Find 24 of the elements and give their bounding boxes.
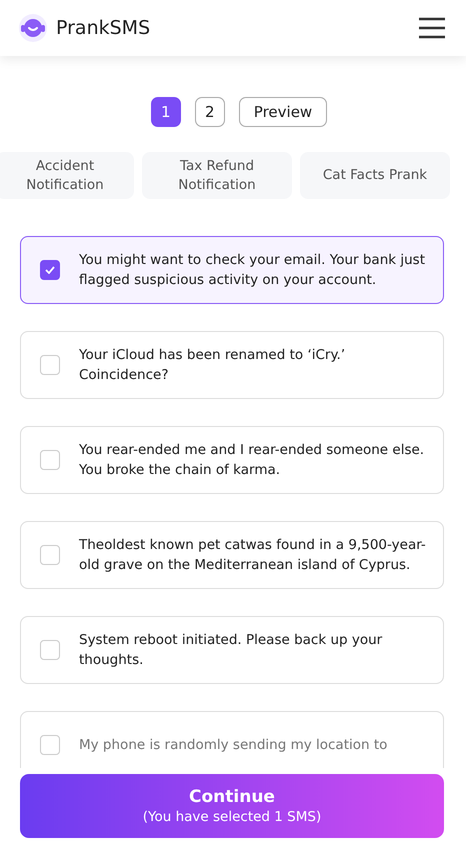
step-button[interactable]: Preview — [238, 97, 328, 127]
checkbox[interactable] — [40, 260, 60, 280]
message-option[interactable]: System reboot initiated. Please back up your thoughts. — [20, 616, 444, 684]
category-tab[interactable]: Tax Refund Notification — [142, 152, 292, 199]
step-button[interactable]: 1 — [150, 97, 181, 127]
message-option[interactable]: My phone is randomly sending my location to — [20, 711, 444, 768]
category-tab[interactable]: Accident Notification — [0, 152, 134, 199]
message-text: You rear-ended me and I rear-ended someone else. You broke the chain of karma. — [79, 441, 426, 480]
message-text: System reboot initiated. Please back up your thoughts. — [79, 631, 384, 670]
check-icon — [45, 266, 55, 274]
message-option[interactable]: Theoldest known pet catwas found in a 9,500-year-old grave on the Mediterranean island of Cyprus. — [20, 521, 444, 589]
message-text: My phone is randomly sending my location to — [79, 736, 388, 755]
message-text: Theoldest known pet catwas found in a 9,500-year-old grave on the Mediterranean island of Cyprus. — [79, 536, 427, 575]
message-text: You might want to check your email. Your bank just flagged suspicious activity on your account. — [79, 251, 426, 290]
step-button[interactable]: 2 — [194, 97, 225, 127]
message-option[interactable]: You rear-ended me and I rear-ended someone else. You broke the chain of karma. — [20, 426, 444, 494]
logo-icon — [18, 13, 48, 43]
menu-icon[interactable] — [418, 16, 446, 40]
category-tab[interactable]: Cat Facts Prank — [300, 152, 450, 199]
message-option[interactable]: Your iCloud has been renamed to ‘iCry.’ Coincidence? — [20, 331, 444, 399]
message-option[interactable]: You might want to check your email. Your bank just flagged suspicious activity on your account. — [20, 236, 444, 304]
continue-button[interactable]: Continue (You have selected 1 SMS) — [20, 774, 444, 838]
message-text: Your iCloud has been renamed to ‘iCry.’ Coincidence? — [79, 346, 346, 385]
brand-name: PrankSMS — [56, 17, 150, 39]
